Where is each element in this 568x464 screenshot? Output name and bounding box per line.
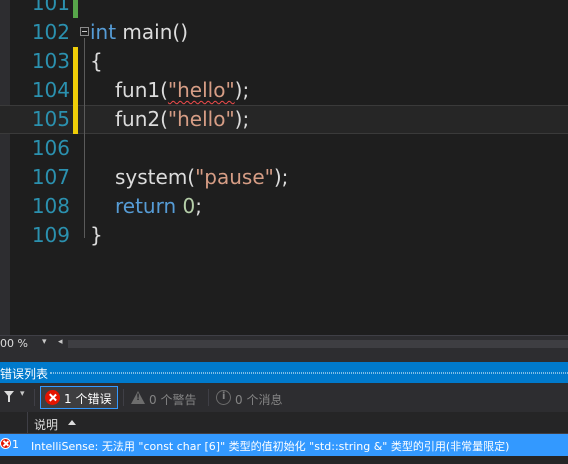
code-fragment: ); — [234, 107, 250, 131]
code-text: } — [90, 221, 103, 250]
error-list-title-bar[interactable]: 错误列表 — [0, 362, 568, 383]
code-line-104[interactable]: 104 fun1("hello"); — [0, 76, 568, 105]
title-grip — [50, 372, 568, 374]
code-text: system("pause"); — [115, 163, 288, 192]
code-text: { — [90, 47, 103, 76]
code-fragment: fun1( — [115, 78, 168, 102]
code-text: fun2("hello"); — [115, 105, 249, 134]
error-squiggle-string: "hello" — [167, 78, 235, 102]
toolbar-separator — [208, 389, 209, 406]
code-fragment: ); — [273, 165, 289, 189]
change-marker-unsaved — [73, 105, 78, 134]
number-literal: 0 — [182, 194, 196, 218]
code-fragment: main() — [116, 20, 189, 44]
string-literal: "hello" — [167, 107, 235, 131]
error-list-column-header: 说明 — [0, 412, 568, 434]
code-line-105-current[interactable]: 105 fun2("hello"); — [0, 105, 568, 134]
code-fragment: ); — [234, 78, 250, 102]
code-line-101[interactable]: 101 — [0, 0, 568, 18]
line-number: 102 — [31, 20, 70, 44]
line-number: 103 — [31, 49, 70, 73]
zoom-level[interactable]: 00 % — [0, 337, 28, 350]
code-line-107[interactable]: 107 system("pause"); — [0, 163, 568, 192]
line-number: 108 — [31, 194, 70, 218]
code-fragment: fun2( — [115, 107, 168, 131]
code-fragment: ; — [195, 194, 202, 218]
change-marker-saved — [73, 0, 78, 18]
sort-ascending-icon — [68, 420, 76, 425]
collapse-icon[interactable] — [80, 27, 89, 36]
warnings-filter-button[interactable]: 0 个警告 — [149, 391, 196, 408]
errors-count-label: 1 个错误 — [64, 392, 112, 406]
panel-separator — [0, 352, 568, 362]
block-guide-line — [84, 38, 85, 238]
string-literal: "pause" — [195, 165, 274, 189]
code-fragment: { — [90, 49, 103, 73]
keyword-return: return — [115, 194, 177, 218]
scroll-left-icon[interactable]: ◂ — [58, 337, 63, 347]
errors-filter-button[interactable]: 1 个错误 — [40, 386, 118, 409]
code-line-109[interactable]: 109 } — [0, 221, 568, 250]
filter-dropdown-icon[interactable]: ▾ — [20, 389, 25, 399]
messages-filter-button[interactable]: 0 个消息 — [235, 391, 282, 408]
column-description[interactable]: 说明 — [34, 416, 58, 433]
filter-icon[interactable] — [4, 391, 14, 402]
keyword-int: int — [90, 20, 117, 44]
error-list-toolbar: ▾ 1 个错误 0 个警告 0 个消息 — [0, 383, 568, 412]
code-text: int main() — [90, 18, 188, 47]
toolbar-separator — [123, 389, 124, 406]
code-line-102[interactable]: 102 int main() — [0, 18, 568, 47]
line-number: 101 — [31, 0, 70, 15]
code-line-108[interactable]: 108 return 0; — [0, 192, 568, 221]
change-marker-unsaved — [73, 47, 78, 76]
line-number: 107 — [31, 165, 70, 189]
code-editor[interactable]: 101 102 int main() 103 { 104 fun1("hello… — [0, 0, 568, 335]
column-header-icon-cell[interactable] — [0, 412, 28, 434]
error-list-row[interactable]: 1 IntelliSense: 无法用 "const char [6]" 类型的… — [0, 434, 568, 456]
error-icon — [45, 390, 60, 405]
code-fragment: system( — [115, 165, 196, 189]
error-row-description: IntelliSense: 无法用 "const char [6]" 类型的值初… — [31, 440, 510, 453]
error-list-title: 错误列表 — [0, 367, 49, 381]
toolbar-separator — [34, 389, 35, 406]
code-text: fun1("hello"); — [115, 76, 249, 105]
change-marker-unsaved — [73, 76, 78, 105]
editor-status-strip: 00 % ▾ ◂ — [0, 335, 568, 352]
warning-icon[interactable] — [131, 391, 145, 404]
horizontal-scrollbar[interactable] — [68, 340, 568, 348]
line-number: 104 — [31, 78, 70, 102]
line-number: 106 — [31, 136, 70, 160]
code-line-106[interactable]: 106 — [0, 134, 568, 163]
line-number: 105 — [31, 107, 70, 131]
line-number: 109 — [31, 223, 70, 247]
code-text: return 0; — [115, 192, 202, 221]
info-icon[interactable] — [216, 390, 231, 405]
code-fragment: } — [90, 223, 103, 247]
error-list-bottom — [0, 456, 568, 464]
zoom-dropdown-icon[interactable]: ▾ — [42, 337, 47, 347]
error-row-number: 1 — [12, 438, 19, 451]
error-icon — [0, 438, 11, 449]
code-line-103[interactable]: 103 { — [0, 47, 568, 76]
